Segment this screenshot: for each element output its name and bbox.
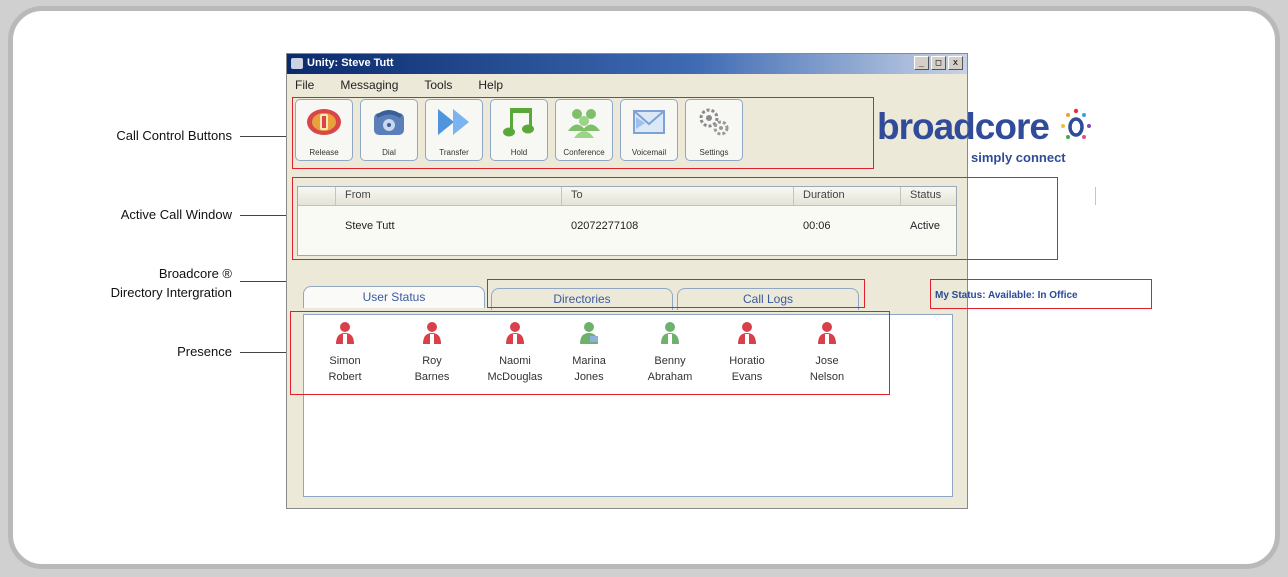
- app-icon: [291, 58, 303, 69]
- annotation-directory-line1: Broadcore ®: [158, 266, 232, 281]
- annotation-presence: Presence: [177, 344, 232, 359]
- window-title: Unity: Steve Tutt: [307, 57, 394, 69]
- annotation-active-call: Active Call Window: [120, 207, 232, 222]
- annotation-presence-line: [240, 352, 290, 353]
- tab-user-status[interactable]: User Status: [303, 286, 485, 308]
- minimize-button[interactable]: _: [914, 56, 929, 70]
- highlight-directory-tabs: [487, 279, 865, 308]
- annotation-active-call-line: [240, 215, 290, 216]
- column-separator: [1095, 187, 1096, 205]
- menu-bar: File Messaging Tools Help: [295, 78, 503, 94]
- highlight-call-control: [292, 97, 874, 169]
- menu-tools[interactable]: Tools: [424, 78, 452, 94]
- annotation-directory-line2: Directory Intergration: [110, 285, 232, 300]
- menu-help[interactable]: Help: [478, 78, 503, 94]
- logo-tagline: simply connect: [971, 150, 1066, 165]
- annotation-call-control-line: [240, 136, 288, 137]
- window-titlebar[interactable]: Unity: Steve Tutt _ □ x: [287, 54, 967, 74]
- menu-file[interactable]: File: [295, 78, 314, 94]
- logo-dots-icon: [1061, 108, 1091, 139]
- highlight-active-call: [292, 177, 1058, 260]
- logo-brand: broadcore: [877, 106, 1050, 147]
- maximize-button[interactable]: □: [931, 56, 946, 70]
- highlight-my-status: [930, 279, 1152, 309]
- menu-messaging[interactable]: Messaging: [340, 78, 398, 94]
- close-button[interactable]: x: [948, 56, 963, 70]
- annotation-directory: Broadcore ® Directory Intergration: [40, 264, 232, 302]
- highlight-presence: [290, 311, 890, 395]
- annotation-call-control: Call Control Buttons: [116, 128, 232, 143]
